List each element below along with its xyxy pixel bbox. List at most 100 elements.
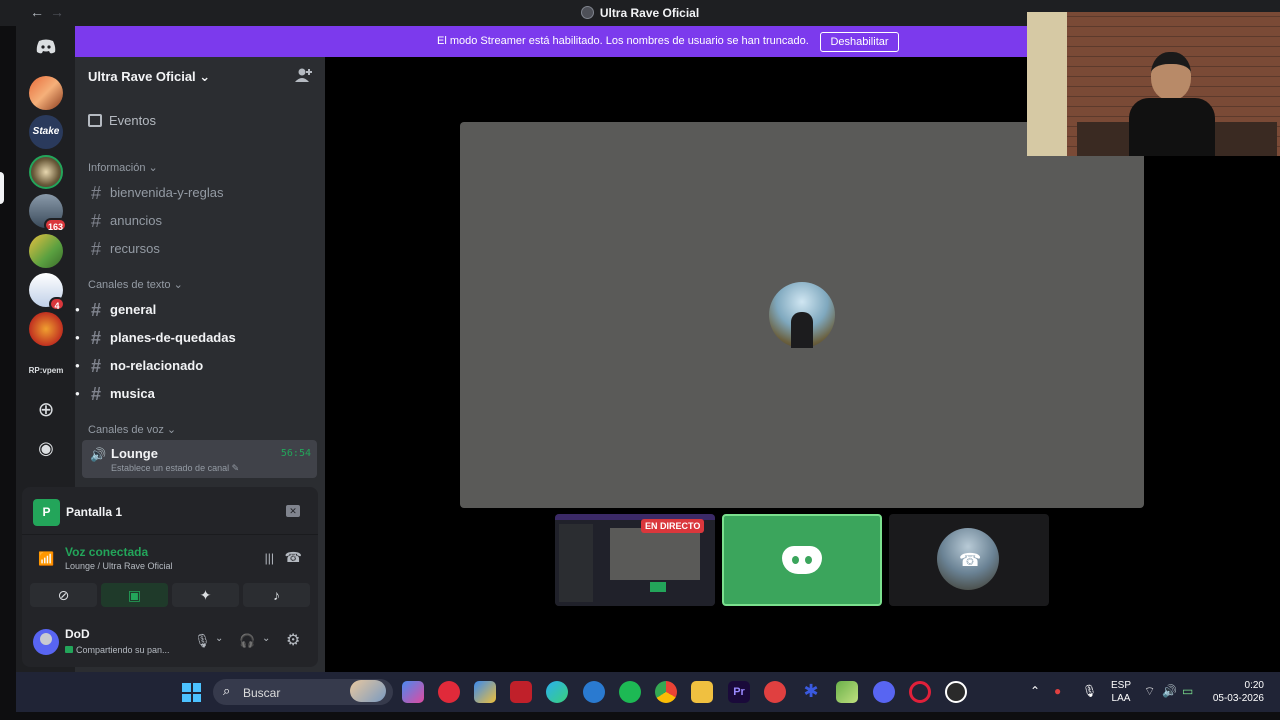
chevron-up-icon[interactable]: ⌃	[1030, 684, 1040, 698]
volume-icon[interactable]: 🔊	[1162, 684, 1177, 698]
channel-general[interactable]: ● # general	[75, 300, 156, 321]
unread-dot: ●	[75, 305, 80, 314]
soundboard-button[interactable]: ♪	[243, 583, 310, 607]
widgets-icon[interactable]	[350, 680, 386, 702]
hash-icon: #	[90, 211, 101, 231]
hash-icon: #	[90, 356, 101, 376]
discord-logo-icon	[782, 546, 822, 574]
category-text[interactable]: Canales de texto ⌄	[88, 278, 183, 291]
events-item[interactable]: Eventos	[88, 113, 156, 128]
invite-people-icon[interactable]	[295, 67, 315, 87]
discord-user-tile[interactable]	[722, 514, 882, 606]
unread-badge: 163	[43, 218, 67, 232]
rtc-panel: P Pantalla 1 ✕ 📶 Voz conectada Lounge / …	[22, 487, 318, 667]
disable-streamer-button[interactable]: Deshabilitar	[820, 32, 899, 52]
file-explorer-icon[interactable]	[691, 681, 713, 703]
opera-icon[interactable]	[909, 681, 931, 703]
antivirus-tray-icon[interactable]: ●	[1054, 684, 1061, 698]
noise-suppression-icon[interactable]: |||	[265, 551, 274, 565]
discover-icon[interactable]: ◉	[29, 431, 63, 465]
channel-planes[interactable]: ● # planes-de-quedadas	[75, 328, 236, 349]
star-app-icon[interactable]: ✱	[800, 681, 822, 703]
taskbar-clock[interactable]: 0:20 05-03-2026	[1212, 679, 1264, 705]
server-icon-4[interactable]: 163	[29, 194, 67, 232]
mcafee-icon[interactable]	[510, 681, 532, 703]
unread-badge: 4	[49, 297, 65, 311]
discord-taskbar-icon[interactable]	[873, 681, 895, 703]
game-icon[interactable]	[836, 681, 858, 703]
hash-icon: #	[90, 384, 101, 404]
signal-icon[interactable]: 📶	[38, 551, 54, 567]
premiere-icon[interactable]: Pr	[728, 681, 750, 703]
calendar-icon	[88, 114, 102, 127]
sharing-icon	[65, 646, 73, 653]
media-player-icon[interactable]	[438, 681, 460, 703]
hash-icon: #	[90, 239, 101, 259]
server-icon-5[interactable]	[29, 234, 63, 268]
stream-sidebar-preview	[559, 524, 593, 602]
main-video-tile[interactable]	[460, 122, 1144, 508]
input-language[interactable]: ESP LAA	[1111, 679, 1131, 705]
copilot-icon[interactable]	[402, 681, 424, 703]
live-badge: EN DIRECTO	[641, 519, 705, 533]
spotify-icon[interactable]	[619, 681, 641, 703]
stream-inner-preview	[610, 528, 700, 580]
user-panel: DoD Compartiendo su pan... 🎙 ⌄ 🎧 ⌄ ⚙	[22, 617, 318, 667]
wifi-icon[interactable]: ⌔	[1144, 684, 1155, 699]
voice-location[interactable]: Lounge / Ultra Rave Oficial	[65, 561, 173, 571]
avatar[interactable]	[33, 629, 59, 655]
add-server-icon[interactable]: ⊕	[29, 392, 63, 426]
chevron-down-icon[interactable]: ⌄	[215, 633, 223, 644]
store-icon[interactable]	[474, 681, 496, 703]
guild-name: Ultra Rave Oficial ⌄	[88, 69, 211, 84]
server-icon-rpvpem[interactable]: RP:vpem	[24, 366, 68, 375]
hash-icon: #	[90, 183, 101, 203]
channel-recursos[interactable]: # recursos	[88, 239, 160, 260]
windows-start-icon[interactable]	[182, 683, 201, 702]
channel-bienvenida[interactable]: # bienvenida-y-reglas	[88, 183, 223, 204]
category-voice[interactable]: Canales de voz ⌄	[88, 423, 176, 436]
username: DoD	[65, 627, 90, 641]
voice-timer: 56:54	[280, 448, 311, 459]
discord-home-icon[interactable]	[29, 30, 63, 64]
obs-icon[interactable]	[945, 681, 967, 703]
channel-musica[interactable]: ● # musica	[75, 384, 155, 405]
stream-preview-tile[interactable]: EN DIRECTO	[555, 514, 715, 606]
voice-channel-name: Lounge	[111, 446, 158, 461]
channel-no-relacionado[interactable]: ● # no-relacionado	[75, 356, 203, 377]
category-info[interactable]: Información ⌄	[88, 161, 158, 174]
server-icon-2[interactable]: Stake	[29, 115, 63, 149]
chevron-down-icon[interactable]: ⌄	[262, 633, 270, 644]
guild-header[interactable]: Ultra Rave Oficial ⌄	[75, 57, 325, 97]
bottom-edge	[0, 712, 1280, 720]
camera-off-button[interactable]: ⊘	[30, 583, 97, 607]
gear-app-icon[interactable]	[583, 681, 605, 703]
microphone-icon[interactable]: 🎙	[194, 633, 211, 649]
unread-dot: ●	[75, 389, 80, 398]
server-icon-6[interactable]: 4	[29, 273, 65, 311]
chrome-icon[interactable]	[655, 681, 677, 703]
screen-share-button[interactable]: ▣	[101, 583, 168, 607]
person-head	[1151, 52, 1191, 100]
unread-dot: ●	[75, 361, 80, 370]
capcut-icon[interactable]	[764, 681, 786, 703]
channel-anuncios[interactable]: # anuncios	[88, 211, 162, 232]
edge-icon[interactable]	[546, 681, 568, 703]
gear-icon[interactable]: ⚙	[286, 630, 300, 650]
search-icon: ⌕	[223, 683, 231, 698]
user-status: Compartiendo su pan...	[65, 645, 170, 655]
voice-channel-lounge[interactable]: 🔊 Lounge Establece un estado de canal ✎ …	[82, 440, 317, 478]
activities-button[interactable]: ✦	[172, 583, 239, 607]
headphones-icon[interactable]: 🎧	[239, 633, 255, 649]
stop-stream-icon[interactable]: ✕	[286, 505, 300, 517]
battery-icon[interactable]: ▭	[1182, 684, 1193, 698]
mic-tray-icon[interactable]: 🎙	[1082, 684, 1097, 698]
voice-channel-status[interactable]: Establece un estado de canal ✎	[111, 463, 239, 474]
participant-avatar	[769, 282, 835, 348]
server-icon-ultra-rave[interactable]	[29, 155, 63, 189]
server-icon-1[interactable]	[29, 76, 63, 110]
server-icon-7[interactable]	[29, 312, 63, 346]
disconnect-icon[interactable]: ☎	[285, 549, 302, 566]
call-participant-tile[interactable]: ☎	[889, 514, 1049, 606]
unread-dot: ●	[75, 333, 80, 342]
